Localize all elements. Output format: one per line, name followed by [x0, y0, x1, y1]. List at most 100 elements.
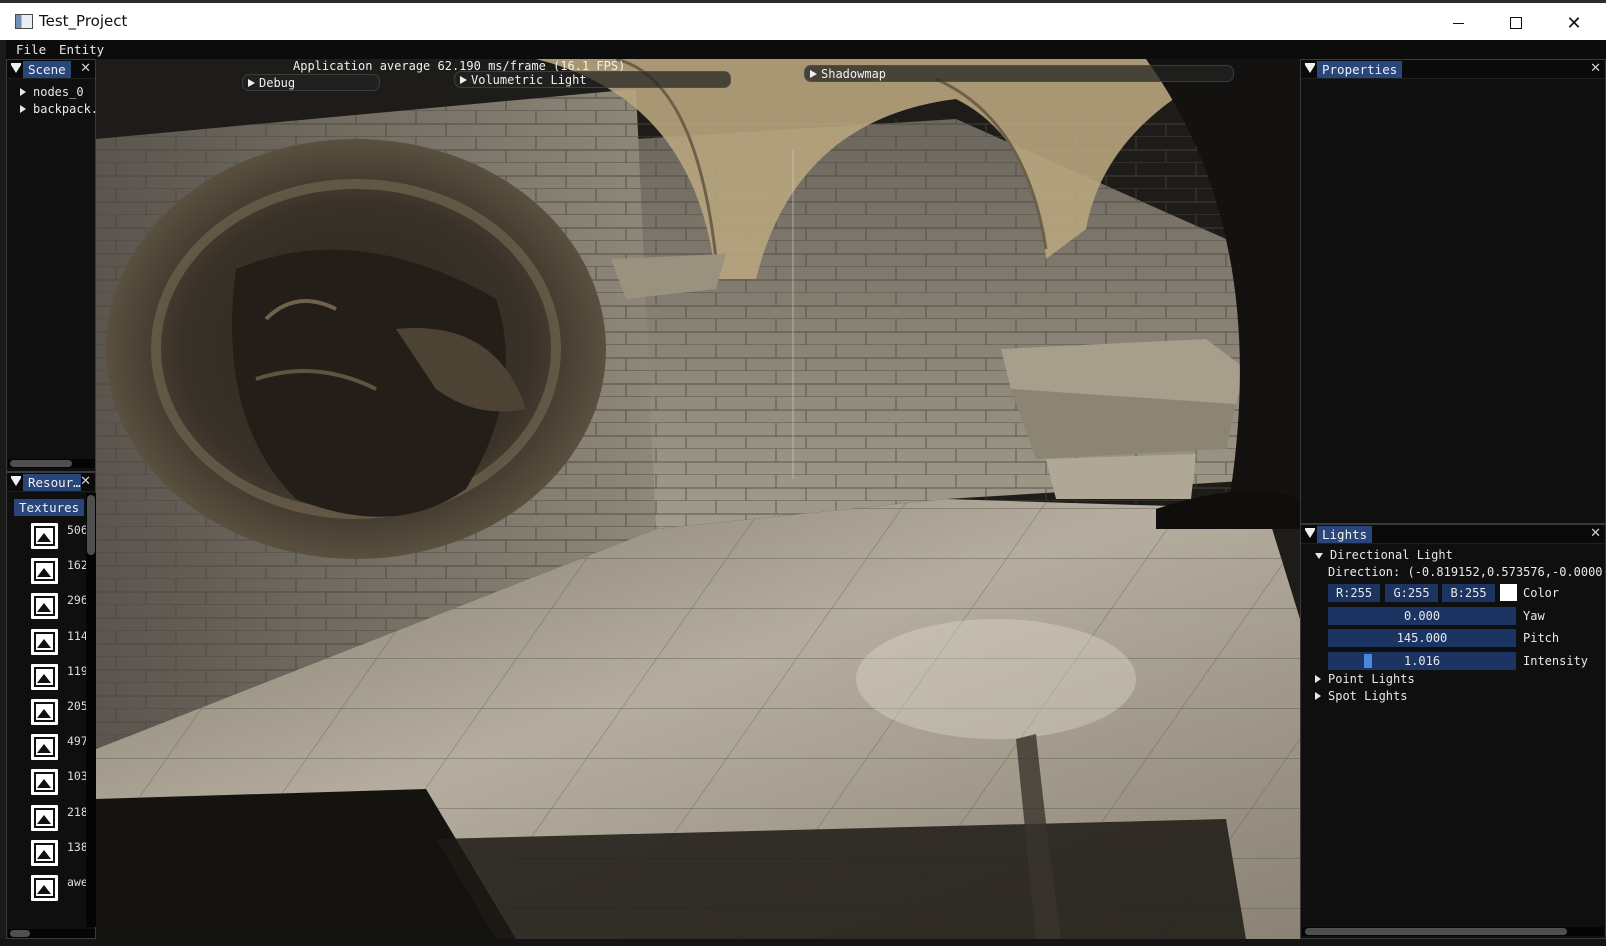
close-icon[interactable]: ✕: [1590, 526, 1601, 541]
lights-horizontal-scrollbar[interactable]: [1302, 927, 1604, 936]
image-icon: [31, 734, 58, 761]
texture-list-item[interactable]: 119: [25, 660, 89, 694]
scene-panel: Scene ✕ nodes_0 backpack.: [6, 59, 98, 472]
image-icon: [31, 523, 58, 549]
texture-list-item[interactable]: 218: [25, 801, 89, 835]
collapse-triangle-icon[interactable]: [1305, 528, 1315, 538]
color-r-field[interactable]: R:255: [1328, 584, 1380, 602]
shadowmap-window-title: Shadowmap: [821, 67, 887, 81]
properties-panel: Properties ✕: [1300, 59, 1606, 524]
scene-viewport[interactable]: Application average 62.190 ms/frame (16.…: [96, 59, 1300, 939]
texture-list-item[interactable]: 296: [25, 589, 89, 623]
color-g-field[interactable]: G:255: [1385, 584, 1438, 602]
pitch-slider[interactable]: 145.000: [1328, 629, 1516, 647]
point-lights-header[interactable]: Point Lights: [1315, 672, 1415, 686]
resources-panel: Resour… ✕ Textures 506 162 296 114 119 205 497…: [6, 472, 96, 939]
scene-horizontal-scrollbar[interactable]: [8, 459, 95, 468]
close-icon[interactable]: ✕: [1590, 61, 1601, 76]
intensity-slider[interactable]: 1.016: [1328, 652, 1516, 670]
scene-tree-item-backpack[interactable]: backpack.: [20, 102, 98, 116]
texture-list-item[interactable]: 103: [25, 765, 89, 799]
resources-vertical-scrollbar[interactable]: [86, 493, 96, 927]
texture-list-item[interactable]: 497: [25, 730, 89, 764]
app-window-icon: [15, 14, 33, 29]
expand-arrow-icon: [20, 105, 26, 113]
minimize-button[interactable]: [1430, 6, 1486, 40]
shadowmap-window-collapsed[interactable]: Shadowmap: [804, 65, 1234, 82]
collapse-arrow-icon: [1315, 552, 1323, 559]
slider-grab[interactable]: [1364, 654, 1372, 668]
properties-panel-titlebar: Properties ✕: [1301, 60, 1605, 79]
resources-tab[interactable]: Resour…: [23, 474, 81, 491]
scrollbar-thumb[interactable]: [1305, 928, 1567, 935]
texture-list-item[interactable]: awe: [25, 871, 89, 905]
scene-tree-item-nodes[interactable]: nodes_0: [20, 85, 84, 99]
texture-name: 497: [67, 734, 88, 749]
color-label: Color: [1523, 586, 1560, 600]
close-icon: ✕: [1566, 12, 1582, 34]
texture-list-item[interactable]: 138: [25, 836, 89, 870]
scrollbar-thumb[interactable]: [10, 460, 72, 467]
color-b-field[interactable]: B:255: [1442, 584, 1495, 602]
scrollbar-thumb[interactable]: [87, 495, 95, 555]
expand-arrow-icon: [460, 76, 467, 84]
scene-tab[interactable]: Scene: [23, 61, 71, 78]
texture-list-item[interactable]: 506: [25, 519, 89, 553]
expand-arrow-icon: [810, 70, 817, 78]
scrollbar-thumb[interactable]: [10, 930, 30, 937]
texture-list-item[interactable]: 114: [25, 625, 89, 659]
image-icon: [31, 769, 58, 796]
texture-name: 103: [67, 769, 88, 784]
volumetric-light-window-title: Volumetric Light: [471, 73, 587, 87]
expand-arrow-icon: [248, 79, 255, 87]
volumetric-light-window-collapsed[interactable]: Volumetric Light: [454, 71, 731, 88]
yaw-slider[interactable]: 0.000: [1328, 607, 1516, 625]
tree-item-label: backpack.: [33, 102, 99, 116]
minimize-icon: [1452, 22, 1464, 24]
scene-panel-titlebar: Scene ✕: [7, 60, 95, 79]
collapse-triangle-icon[interactable]: [11, 476, 21, 486]
window-title: Test_Project: [39, 12, 128, 30]
spot-lights-label: Spot Lights: [1328, 689, 1408, 703]
debug-window-collapsed[interactable]: Debug: [242, 74, 380, 91]
texture-list-item[interactable]: 162: [25, 554, 89, 588]
resources-horizontal-scrollbar[interactable]: [8, 929, 95, 938]
collapse-triangle-icon[interactable]: [1305, 63, 1315, 73]
texture-name: 218: [67, 804, 88, 819]
resources-panel-titlebar: Resour… ✕: [7, 473, 95, 492]
point-lights-label: Point Lights: [1328, 672, 1415, 686]
close-icon[interactable]: ✕: [80, 474, 91, 489]
texture-name: 296: [67, 593, 88, 608]
texture-list-item[interactable]: 205: [25, 695, 89, 729]
intensity-value: 1.016: [1403, 654, 1441, 668]
directional-light-header[interactable]: Directional Light: [1315, 548, 1453, 562]
directional-light-label: Directional Light: [1330, 548, 1453, 562]
image-icon: [31, 804, 58, 831]
color-swatch[interactable]: [1500, 584, 1517, 601]
texture-name: 138: [67, 839, 88, 854]
spot-lights-header[interactable]: Spot Lights: [1315, 689, 1407, 703]
close-window-button[interactable]: ✕: [1546, 6, 1602, 40]
textures-tab[interactable]: Textures: [14, 499, 85, 516]
image-icon: [31, 663, 58, 690]
lights-tab[interactable]: Lights: [1317, 526, 1373, 543]
debug-window-title: Debug: [259, 76, 296, 90]
menu-entity[interactable]: Entity: [59, 42, 104, 57]
image-icon: [31, 699, 58, 725]
maximize-icon: [1510, 17, 1522, 29]
properties-tab[interactable]: Properties: [1317, 61, 1403, 78]
lights-panel-titlebar: Lights ✕: [1301, 525, 1605, 544]
maximize-button[interactable]: [1488, 6, 1544, 40]
pitch-label: Pitch: [1523, 631, 1560, 645]
lights-panel: Lights ✕ Directional Light Direction: (-…: [1300, 524, 1606, 939]
menu-file[interactable]: File: [16, 42, 46, 57]
close-icon[interactable]: ✕: [80, 61, 91, 76]
texture-name: 119: [67, 663, 88, 678]
yaw-label: Yaw: [1523, 609, 1545, 623]
collapse-triangle-icon[interactable]: [11, 63, 21, 73]
tree-item-label: nodes_0: [33, 85, 84, 99]
menu-bar: File Entity: [6, 40, 1606, 59]
image-icon: [31, 558, 58, 585]
expand-arrow-icon: [1315, 692, 1321, 700]
image-icon: [31, 839, 58, 866]
